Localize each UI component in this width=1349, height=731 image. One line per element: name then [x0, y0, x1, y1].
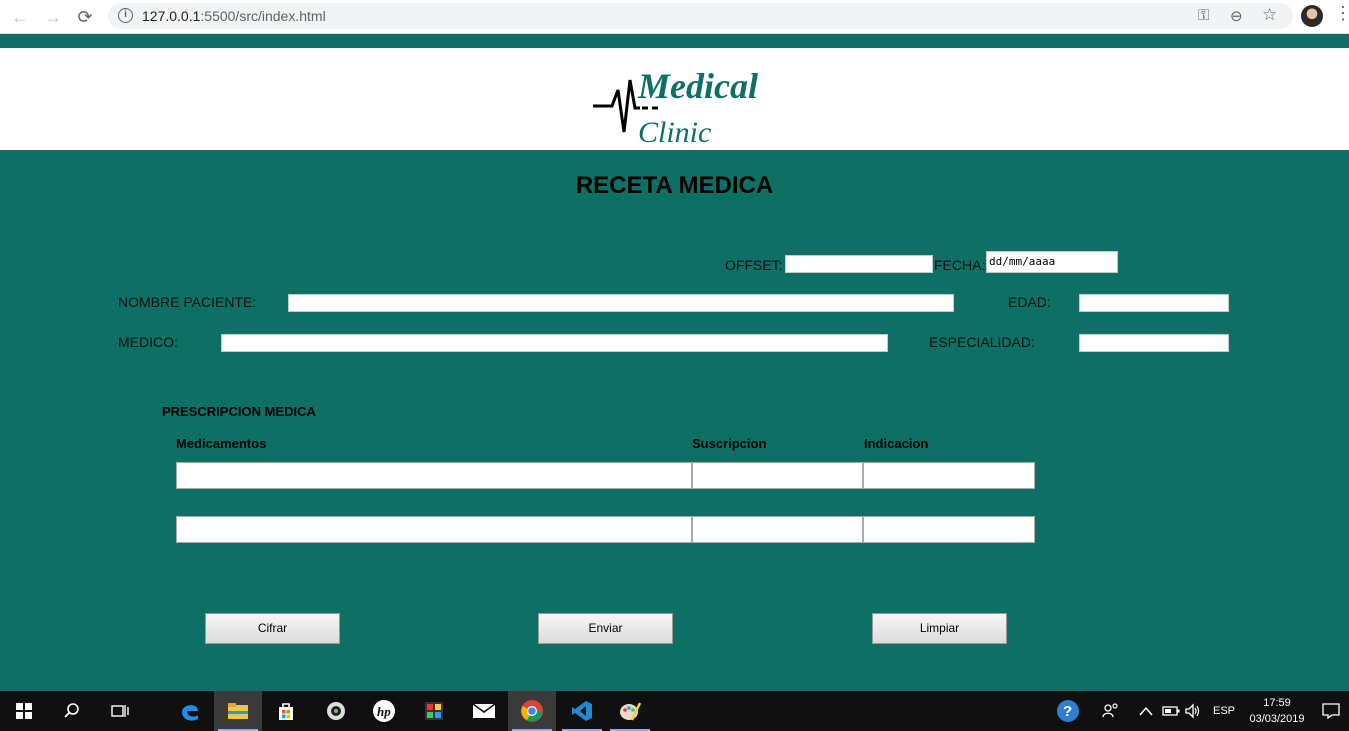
- svg-text:hp: hp: [377, 704, 391, 719]
- logo-text-clinic: Clinic: [638, 116, 711, 148]
- notifications-icon[interactable]: [1322, 691, 1340, 731]
- limpiar-button[interactable]: Limpiar: [872, 613, 1007, 644]
- hp-icon[interactable]: hp: [360, 691, 408, 731]
- url-text[interactable]: 127.0.0.1:5500/src/index.html: [142, 8, 326, 24]
- especialidad-label: ESPECIALIDAD:: [929, 334, 1035, 350]
- language-indicator[interactable]: ESP: [1213, 691, 1235, 731]
- zoom-icon[interactable]: ⊖: [1230, 7, 1243, 25]
- help-icon[interactable]: ?: [1056, 691, 1080, 731]
- nombre-paciente-input[interactable]: [288, 294, 954, 312]
- reload-icon[interactable]: ⟳: [72, 4, 98, 30]
- enviar-button[interactable]: Enviar: [538, 613, 673, 644]
- medicamento-input-2[interactable]: [176, 516, 692, 543]
- edad-label: EDAD:: [1008, 294, 1051, 310]
- suscripcion-input-2[interactable]: [692, 516, 863, 543]
- address-bar[interactable]: i 127.0.0.1:5500/src/index.html ⚿ ⊖ ☆: [108, 3, 1293, 29]
- main-panel: [0, 150, 1349, 691]
- camera-app-icon[interactable]: [312, 691, 360, 731]
- info-icon[interactable]: i: [118, 8, 133, 23]
- paint-icon[interactable]: [606, 691, 654, 731]
- menu-icon[interactable]: ⋮: [1334, 4, 1349, 22]
- fecha-label: FECHA:: [934, 257, 986, 273]
- mail-icon[interactable]: [460, 691, 508, 731]
- logo-text-medical: Medical: [637, 66, 758, 106]
- prescripcion-title: PRESCRIPCION MEDICA: [162, 404, 316, 419]
- file-explorer-icon[interactable]: [214, 691, 262, 731]
- volume-icon[interactable]: [1184, 691, 1202, 731]
- indicacion-input-1[interactable]: [863, 462, 1035, 489]
- taskbar: hp ? ESP 17:59 03/03/2019: [0, 691, 1349, 731]
- medical-clinic-logo: Medical Clinic: [593, 66, 758, 148]
- column-header-indicacion: Indicacion: [864, 436, 929, 451]
- offset-label: OFFSET:: [725, 257, 783, 273]
- bookmark-star-icon[interactable]: ☆: [1262, 5, 1277, 25]
- task-view-icon[interactable]: [96, 691, 144, 731]
- offset-input[interactable]: [785, 255, 933, 273]
- svg-text:?: ?: [1063, 703, 1072, 720]
- top-strip: [0, 34, 1349, 48]
- column-header-medicamentos: Medicamentos: [176, 436, 267, 451]
- battery-icon[interactable]: [1162, 691, 1180, 731]
- page-title: RECETA MEDICA: [575, 172, 774, 199]
- clock-time: 17:59: [1263, 697, 1291, 709]
- back-icon[interactable]: ←: [7, 4, 33, 30]
- clock[interactable]: 17:59 03/03/2019: [1244, 695, 1310, 727]
- medicamento-input-1[interactable]: [176, 462, 692, 489]
- chevron-up-icon[interactable]: [1139, 691, 1153, 731]
- column-header-suscripcion: Suscripcion: [692, 436, 767, 451]
- vscode-icon[interactable]: [558, 691, 606, 731]
- key-icon[interactable]: ⚿: [1198, 7, 1209, 24]
- photos-app-icon[interactable]: [410, 691, 458, 731]
- fecha-input[interactable]: dd/mm/aaaa: [986, 251, 1118, 273]
- search-icon[interactable]: [48, 691, 96, 731]
- people-icon[interactable]: [1102, 691, 1120, 731]
- nombre-paciente-label: NOMBRE PACIENTE:: [118, 294, 257, 310]
- edge-icon[interactable]: [166, 691, 214, 731]
- medico-label: MEDICO:: [118, 334, 178, 350]
- store-icon[interactable]: [262, 691, 310, 731]
- edad-input[interactable]: [1079, 294, 1229, 312]
- especialidad-input[interactable]: [1079, 334, 1229, 352]
- medico-input[interactable]: [221, 334, 888, 352]
- indicacion-input-2[interactable]: [863, 516, 1035, 543]
- suscripcion-input-1[interactable]: [692, 462, 863, 489]
- profile-avatar[interactable]: [1301, 5, 1323, 27]
- chrome-icon[interactable]: [508, 691, 556, 731]
- cifrar-button[interactable]: Cifrar: [205, 613, 340, 644]
- windows-start-icon[interactable]: [0, 691, 48, 731]
- forward-icon[interactable]: →: [40, 4, 66, 30]
- browser-toolbar: ← → ⟳ i 127.0.0.1:5500/src/index.html ⚿ …: [0, 0, 1349, 34]
- clock-date: 03/03/2019: [1249, 713, 1305, 725]
